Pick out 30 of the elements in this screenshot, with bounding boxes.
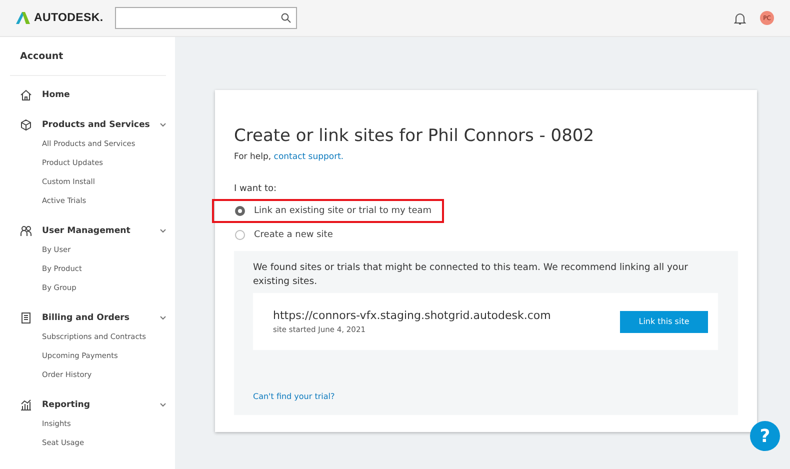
bell-icon[interactable] <box>734 12 746 24</box>
radio-button[interactable] <box>235 206 245 216</box>
search-icon <box>281 13 291 23</box>
chevron-icon[interactable] <box>160 316 166 320</box>
cube-icon <box>20 119 32 131</box>
page-title: Create or link sites for Phil Connors - 0802 <box>234 126 596 146</box>
sidebar-section[interactable]: Home <box>42 90 166 100</box>
help-text: For help, <box>234 152 272 162</box>
chevron-icon[interactable] <box>160 123 166 127</box>
chevron-icon[interactable] <box>160 229 166 233</box>
search-field[interactable] <box>115 7 297 29</box>
trial-link[interactable]: Can't find your trial? <box>253 392 335 401</box>
radio-button[interactable] <box>235 230 245 240</box>
house-icon <box>20 89 32 101</box>
sidebar-title: Account <box>10 51 166 76</box>
sidebar-section[interactable]: Billing and Orders <box>42 313 160 323</box>
chevron-icon[interactable] <box>160 403 166 407</box>
site-url: https://connors-vfx.staging.shotgrid.autodesk.com <box>273 309 552 322</box>
sidebar-section[interactable]: User Management <box>42 226 160 236</box>
support-link[interactable]: contact support. <box>274 152 344 162</box>
panel-message: We found sites or trials that might be connected to this team. We recommend linking all your existing sites. <box>253 261 689 289</box>
people-icon <box>20 225 32 237</box>
document-icon <box>20 312 32 324</box>
option-label[interactable]: Create a new site <box>254 230 333 240</box>
brand-name: AUTODESK. <box>34 12 104 24</box>
prompt-label: I want to: <box>234 184 278 194</box>
sidebar-section[interactable]: Products and Services <box>42 120 160 130</box>
sidebar-section[interactable]: Reporting <box>42 400 160 410</box>
chart-icon <box>20 399 32 411</box>
logo-icon <box>16 12 30 24</box>
